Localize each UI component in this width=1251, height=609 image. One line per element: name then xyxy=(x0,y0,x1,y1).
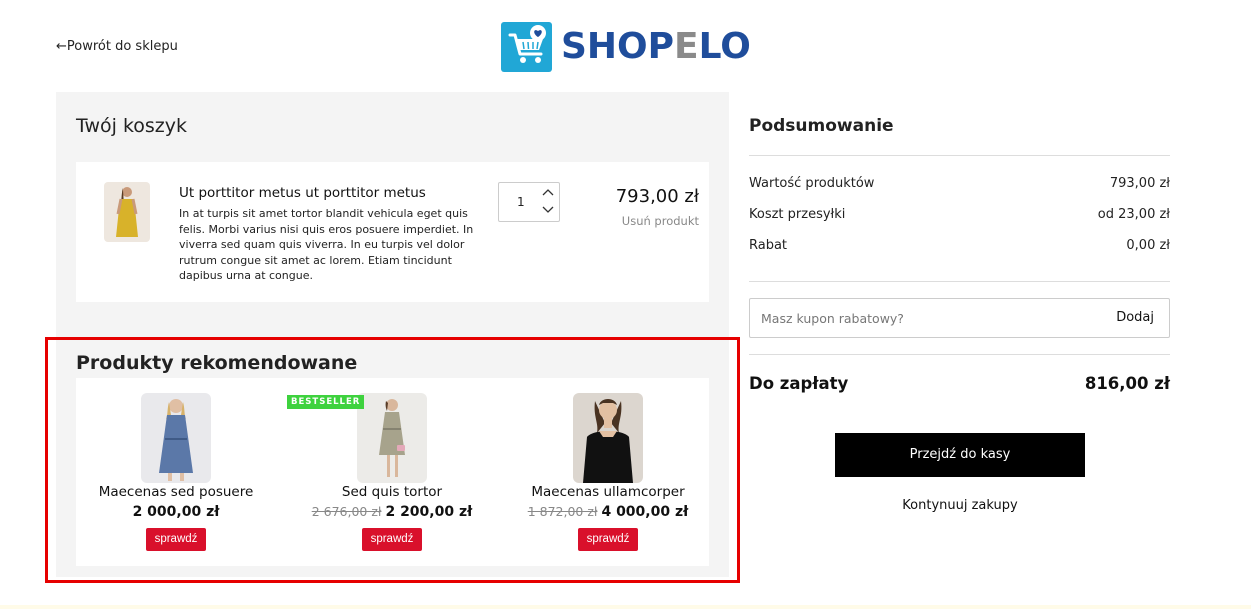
recommended-products: Maecenas sed posuere 2 000,00 zł sprawdź… xyxy=(76,378,709,566)
check-product-button[interactable]: sprawdź xyxy=(578,528,638,551)
check-product-button[interactable]: sprawdź xyxy=(146,528,206,551)
shopping-cart-heart-icon xyxy=(501,22,552,72)
recommended-product-price: 1 872,00 zł 4 000,00 zł xyxy=(527,504,689,520)
summary-row-label: Rabat xyxy=(749,238,788,253)
summary-row-value: 0,00 zł xyxy=(1126,238,1170,253)
check-product-button[interactable]: sprawdź xyxy=(362,528,422,551)
summary-row-label: Wartość produktów xyxy=(749,176,875,191)
summary-row-label: Koszt przesyłki xyxy=(749,207,846,222)
summary-divider xyxy=(749,354,1170,355)
add-coupon-button[interactable]: Dodaj xyxy=(1116,310,1154,325)
recommended-product-price: 2 676,00 zł 2 200,00 zł xyxy=(311,504,473,520)
coupon-form: Dodaj xyxy=(749,298,1170,338)
old-price: 1 872,00 zł xyxy=(527,504,598,519)
total-label: Do zapłaty xyxy=(749,374,849,393)
checkout-button[interactable]: Przejdź do kasy xyxy=(835,433,1085,477)
summary-row-value: 793,00 zł xyxy=(1109,176,1170,191)
shopelo-logo[interactable]: SHOPELO xyxy=(501,22,751,72)
cart-title: Twój koszyk xyxy=(76,115,188,137)
product-image[interactable] xyxy=(357,393,427,483)
recommended-product-name[interactable]: Maecenas ullamcorper xyxy=(508,484,708,500)
recommended-product-card: Maecenas sed posuere 2 000,00 zł sprawdź xyxy=(76,378,276,566)
coupon-input[interactable] xyxy=(750,299,1090,337)
summary-title: Podsumowanie xyxy=(749,116,894,136)
product-image[interactable] xyxy=(573,393,643,483)
recommended-product-name[interactable]: Sed quis tortor xyxy=(292,484,492,500)
quantity-value[interactable]: 1 xyxy=(517,195,525,209)
product-image[interactable] xyxy=(141,393,211,483)
summary-divider xyxy=(749,281,1170,282)
recommended-product-card: Maecenas ullamcorper 1 872,00 zł 4 000,00… xyxy=(508,378,708,566)
chevron-down-icon[interactable] xyxy=(541,204,555,218)
summary-divider xyxy=(749,155,1170,156)
recommended-product-price: 2 000,00 zł xyxy=(132,504,220,520)
back-to-shop-link[interactable]: ←Powrót do sklepu xyxy=(56,39,178,54)
cart-item: Ut porttitor metus ut porttitor metus In… xyxy=(76,162,709,302)
remove-product-link[interactable]: Usuń produkt xyxy=(622,214,699,228)
logo-wordmark: SHOPELO xyxy=(561,26,751,67)
product-thumbnail[interactable] xyxy=(104,182,150,242)
summary-row-value: od 23,00 zł xyxy=(1097,207,1170,222)
old-price: 2 676,00 zł xyxy=(311,504,382,519)
recommended-product-card: BESTSELLER Sed quis tortor 2 676,00 zł 2 … xyxy=(287,378,492,566)
recommended-product-name[interactable]: Maecenas sed posuere xyxy=(76,484,276,500)
cart-item-description: In at turpis sit amet tortor blandit veh… xyxy=(179,207,474,282)
cart-item-price: 793,00 zł xyxy=(615,186,699,207)
quantity-stepper[interactable]: 1 xyxy=(498,182,560,222)
bestseller-badge: BESTSELLER xyxy=(287,395,365,409)
chevron-up-icon[interactable] xyxy=(541,186,555,200)
footer-edge xyxy=(0,605,1251,609)
recommended-title: Produkty rekomendowane xyxy=(76,352,358,374)
cart-item-name[interactable]: Ut porttitor metus ut porttitor metus xyxy=(179,185,426,201)
total-value: 816,00 zł xyxy=(1084,374,1170,393)
continue-shopping-link[interactable]: Kontynuuj zakupy xyxy=(835,498,1085,513)
